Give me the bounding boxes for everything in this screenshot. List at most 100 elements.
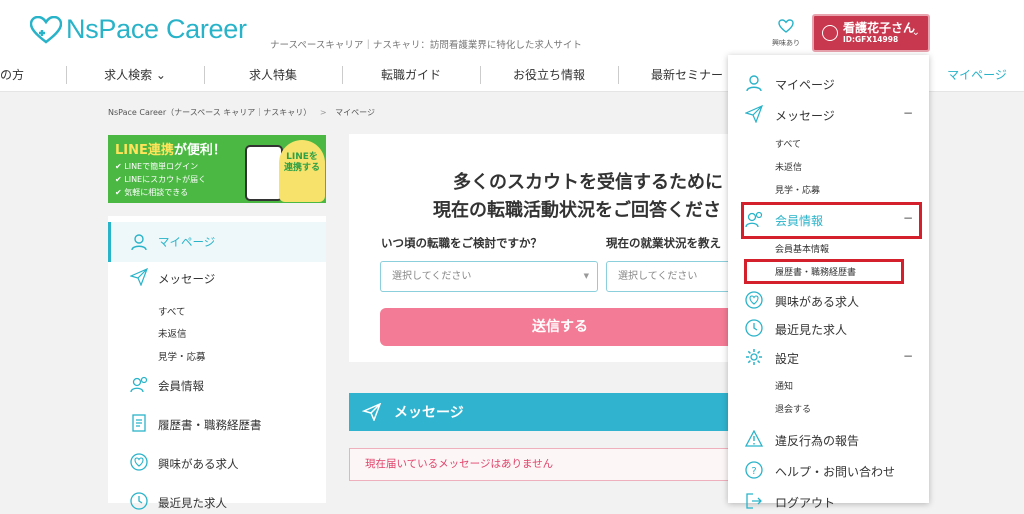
dropdown-item-logout[interactable]: ログアウト: [728, 490, 929, 512]
dropdown-subitem-notifications[interactable]: 通知: [775, 379, 793, 392]
tagline: ナースペースキャリア｜ナスキャリ：訪問看護業界に特化した求人サイト: [270, 40, 582, 51]
sidebar-item-label: メッセージ: [158, 272, 216, 286]
banner-title: LINE連携が便利！: [115, 139, 226, 158]
nav-item-job-search[interactable]: 求人検索 ⌄: [66, 58, 204, 92]
sidebar-item-label: マイページ: [158, 235, 216, 249]
sidebar-item-member-info[interactable]: 会員情報: [108, 375, 326, 397]
dropdown-item-help[interactable]: ? ヘルプ・お問い合わせ: [728, 459, 929, 481]
logout-icon: [746, 493, 762, 509]
dropdown-item-label: ヘルプ・お問い合わせ: [775, 465, 896, 479]
sidebar-item-resume[interactable]: 履歴書・職務経歴書: [108, 414, 326, 436]
help-icon: ?: [745, 461, 763, 479]
dropdown-subitem-all[interactable]: すべて: [775, 137, 801, 150]
nav-item-features[interactable]: 求人特集: [204, 58, 342, 92]
heart-plus-logo-icon: [30, 15, 62, 44]
logo-text: NsPace Career: [66, 14, 247, 44]
sidebar-subitem-all[interactable]: すべて: [158, 304, 185, 318]
heart-circle-icon: [745, 291, 763, 309]
chevron-down-icon: ⌄: [911, 27, 920, 38]
dropdown-item-label: 興味がある求人: [775, 295, 860, 309]
dropdown-item-report[interactable]: 違反行為の報告: [728, 428, 929, 450]
nav-item-career-guide[interactable]: 転職ガイド: [342, 58, 480, 92]
dropdown-arrow-icon: ▼: [583, 272, 589, 280]
breadcrumb-separator: >: [319, 108, 327, 117]
dropdown-item-label: 設定: [775, 352, 800, 366]
heart-icon: [778, 19, 794, 33]
card-heading-line2: 現在の転職活動状況をご回答くださ: [433, 200, 721, 221]
sidebar-item-interested[interactable]: 興味がある求人: [108, 453, 326, 475]
sidebar-item-label: 興味がある求人: [158, 457, 239, 471]
banner-line: ✔ 気軽に相談できる: [115, 188, 189, 197]
dropdown-item-label: メッセージ: [775, 109, 835, 123]
paper-plane-icon: [745, 105, 763, 123]
sidebar-subitem-visit-apply[interactable]: 見学・応募: [158, 349, 206, 363]
breadcrumb-home[interactable]: NsPace Career（ナースペース キャリア｜ナスキャリ）: [108, 108, 311, 117]
clock-icon: [745, 319, 763, 337]
submit-button[interactable]: 送信する: [380, 308, 740, 346]
dropdown-subitem-withdraw[interactable]: 退会する: [775, 402, 811, 415]
dropdown-item-recent[interactable]: 最近見た求人: [728, 317, 929, 339]
clock-icon: [130, 492, 148, 510]
site-logo[interactable]: NsPace Career: [30, 14, 247, 45]
user-name: 看護花子さん: [843, 20, 916, 35]
timing-select[interactable]: 選択してください ▼: [380, 261, 598, 292]
site-header: NsPace Career ナースペースキャリア｜ナスキャリ：訪問看護業界に特化…: [0, 0, 1024, 58]
dropdown-item-mypage[interactable]: マイページ: [728, 72, 929, 94]
heart-circle-icon: [130, 453, 148, 471]
employment-select[interactable]: 選択してください: [606, 261, 746, 292]
sidebar-item-recent[interactable]: 最近見た求人: [108, 492, 326, 514]
nav-item-for[interactable]: の方: [0, 58, 24, 92]
sidebar-item-message[interactable]: メッセージ: [108, 268, 326, 290]
messages-empty-notice: 現在届いているメッセージはありません: [349, 448, 739, 481]
collapse-icon[interactable]: −: [903, 106, 913, 120]
warning-icon: [745, 430, 763, 447]
member-gear-icon: [130, 376, 148, 393]
banner-line: ✔ LINEで簡単ログイン: [115, 162, 199, 171]
question-employment: 現在の就業状況を教え: [606, 236, 721, 250]
messages-title: メッセージ: [394, 405, 464, 421]
select-placeholder: 選択してください: [618, 271, 698, 282]
dropdown-subitem-basic-info[interactable]: 会員基本情報: [775, 242, 829, 255]
paper-plane-icon: [362, 403, 382, 421]
sidebar-item-label: 履歴書・職務経歴書: [158, 418, 262, 432]
select-placeholder: 選択してください: [392, 271, 472, 282]
card-heading-line1: 多くのスカウトを受信するために: [453, 172, 723, 193]
user-menu-button[interactable]: 看護花子さん ID:GFX14998 ⌄: [812, 14, 930, 52]
highlight-box-member-info: [741, 202, 922, 239]
favorites-label: 興味あり: [772, 39, 800, 47]
phone-illustration: [245, 145, 283, 201]
document-icon: [132, 414, 146, 432]
highlight-box-resume: [744, 259, 904, 284]
paper-plane-icon: [130, 268, 148, 286]
messages-header: メッセージ: [349, 393, 739, 431]
question-timing: いつ頃の転職をご検討ですか？: [381, 236, 542, 250]
sidebar-subitem-unreplied[interactable]: 未返信: [158, 326, 187, 340]
sidebar-item-mypage[interactable]: マイページ: [108, 222, 326, 262]
dropdown-subitem-visit-apply[interactable]: 見学・応募: [775, 183, 820, 196]
user-id: ID:GFX14998: [843, 34, 899, 44]
scout-survey-card: 多くのスカウトを受信するために 現在の転職活動状況をご回答くださ いつ頃の転職を…: [349, 134, 746, 362]
dropdown-item-label: 最近見た求人: [775, 323, 848, 337]
svg-text:?: ?: [751, 466, 756, 477]
nav-item-mypage[interactable]: マイページ: [930, 58, 1024, 92]
gear-icon: [746, 349, 762, 365]
person-icon: [131, 234, 147, 251]
banner-title-a: LINE連携: [115, 143, 174, 158]
banner-title-b: が便利！: [173, 143, 226, 158]
banner-line: ✔ LINEにスカウトが届く: [115, 175, 207, 184]
dropdown-subitem-unreplied[interactable]: 未返信: [775, 160, 802, 173]
breadcrumb-current: マイページ: [335, 108, 375, 117]
user-icon: [822, 25, 838, 41]
favorites-button[interactable]: 興味あり: [770, 18, 802, 48]
dropdown-item-label: 違反行為の報告: [775, 434, 860, 448]
sidebar-item-label: 会員情報: [158, 379, 204, 393]
dropdown-item-message[interactable]: メッセージ −: [728, 103, 929, 125]
dropdown-item-settings[interactable]: 設定 −: [728, 346, 929, 368]
breadcrumb: NsPace Career（ナースペース キャリア｜ナスキャリ） > マイページ: [108, 107, 375, 118]
person-icon: [746, 75, 762, 92]
collapse-icon[interactable]: −: [903, 349, 913, 363]
line-connect-badge[interactable]: LINEを 連携する: [279, 140, 325, 202]
dropdown-item-label: マイページ: [775, 78, 835, 92]
dropdown-item-interested[interactable]: 興味がある求人: [728, 289, 929, 311]
nav-item-useful-info[interactable]: お役立ち情報: [480, 58, 618, 92]
